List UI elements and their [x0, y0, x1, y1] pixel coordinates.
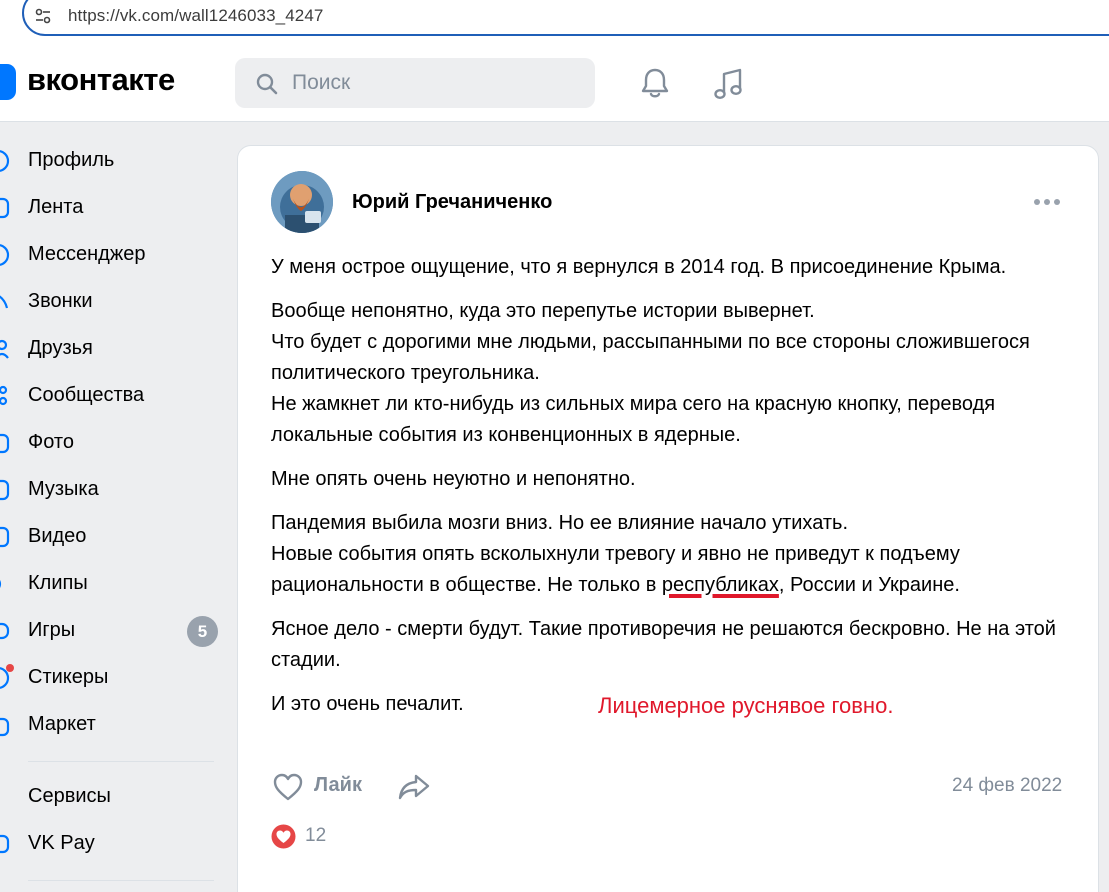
author-avatar[interactable]	[271, 171, 333, 233]
feed-icon	[0, 197, 10, 219]
post-date[interactable]: 24 фев 2022	[952, 775, 1062, 797]
games-icon	[0, 622, 10, 640]
post-line: Что будет с дорогими мне людьми, рассыпа…	[271, 331, 1030, 384]
communities-icon	[0, 385, 8, 406]
post-line: , России и Украине.	[778, 574, 960, 596]
search-icon	[256, 73, 278, 95]
sidebar-item-feed[interactable]: Лента	[0, 185, 225, 232]
sidebar-item-label: Лента	[28, 196, 84, 218]
red-annotation: Лицемерное руснявое говно.	[598, 693, 894, 718]
sidebar-item-vkpay[interactable]: VK Pay	[0, 821, 225, 868]
post-text: У меня острое ощущение, что я вернулся в…	[271, 252, 1071, 733]
sidebar-item-label: Сообщества	[28, 384, 145, 406]
sidebar-item-video[interactable]: Видео	[0, 514, 225, 561]
avatar-image	[271, 171, 333, 233]
post-paragraph: У меня острое ощущение, что я вернулся в…	[271, 256, 1007, 278]
more-options-icon[interactable]	[1033, 196, 1061, 208]
sidebar-item-label: Видео	[28, 525, 87, 547]
user-icon	[0, 150, 10, 172]
new-indicator-dot	[6, 664, 14, 672]
phone-icon	[0, 295, 9, 309]
highlighted-word: республиках	[661, 574, 779, 596]
sidebar-item-services[interactable]: Сервисы	[0, 774, 225, 821]
sidebar-item-label: VK Pay	[28, 832, 95, 854]
vkpay-icon	[0, 834, 10, 854]
sidebar-item-friends[interactable]: Друзья	[0, 326, 225, 373]
video-icon	[0, 526, 10, 548]
reaction-heart-icon[interactable]	[271, 824, 296, 849]
sidebar-item-label: Звонки	[28, 290, 93, 312]
vk-logo-icon[interactable]	[0, 64, 16, 100]
sidebar-item-photo[interactable]: Фото	[0, 420, 225, 467]
url-text[interactable]: https://vk.com/wall1246033_4247	[68, 6, 323, 26]
search-input[interactable]: Поиск	[235, 58, 595, 108]
photo-icon	[0, 433, 10, 454]
left-sidebar: Профиль Лента Мессенджер Звонки Друзья С…	[0, 138, 225, 892]
vk-logo-text[interactable]: вконтакте	[27, 62, 175, 98]
notification-badge: 5	[187, 616, 218, 647]
services-icon	[0, 785, 10, 809]
messenger-icon	[0, 244, 10, 266]
sidebar-item-label: Мессенджер	[28, 243, 146, 265]
sidebar-item-label: Профиль	[28, 149, 115, 171]
like-button[interactable]: Лайк	[314, 774, 362, 797]
sidebar-item-label: Стикеры	[28, 666, 109, 688]
market-icon	[0, 717, 10, 737]
post-line: Пандемия выбила мозги вниз. Но ее влияни…	[271, 512, 849, 534]
sidebar-item-messenger[interactable]: Мессенджер	[0, 232, 225, 279]
sidebar-divider	[28, 761, 214, 762]
sidebar-item-label: Маркет	[28, 713, 96, 735]
site-header: вконтакте Поиск	[0, 44, 1109, 122]
sidebar-item-label: Музыка	[28, 478, 99, 500]
share-icon[interactable]	[397, 772, 431, 802]
music-icon	[0, 479, 10, 501]
sidebar-item-profile[interactable]: Профиль	[0, 138, 225, 185]
sidebar-item-label: Сервисы	[28, 785, 111, 807]
browser-address-bar: https://vk.com/wall1246033_4247	[0, 0, 1109, 44]
clips-icon	[0, 580, 2, 588]
reaction-count[interactable]: 12	[305, 825, 326, 847]
sidebar-item-music[interactable]: Музыка	[0, 467, 225, 514]
site-info-icon[interactable]	[34, 7, 52, 25]
sidebar-item-label: Фото	[28, 431, 74, 453]
sidebar-item-label: Клипы	[28, 572, 88, 594]
sidebar-divider	[28, 880, 214, 881]
friends-icon	[0, 339, 9, 359]
post-line: Не жамкнет ли кто-нибудь из сильных мира…	[271, 393, 996, 446]
sidebar-item-clips[interactable]: Клипы	[0, 561, 225, 608]
sidebar-item-communities[interactable]: Сообщества	[0, 373, 225, 420]
post-paragraph: Мне опять очень неуютно и непонятно.	[271, 468, 636, 490]
author-name[interactable]: Юрий Гречаниченко	[352, 191, 552, 214]
sidebar-item-stickers[interactable]: Стикеры	[0, 655, 225, 702]
sidebar-item-label: Игры	[28, 619, 76, 641]
sidebar-item-calls[interactable]: Звонки	[0, 279, 225, 326]
sidebar-item-market[interactable]: Маркет	[0, 702, 225, 749]
wall-post: Юрий Гречаниченко У меня острое ощущение…	[237, 145, 1099, 892]
sidebar-item-label: Друзья	[28, 337, 93, 359]
heart-icon[interactable]	[272, 772, 304, 802]
post-paragraph: Пандемия выбила мозги вниз. Но ее влияни…	[271, 508, 1071, 601]
sidebar-item-games[interactable]: Игры 5	[0, 608, 225, 655]
music-icon[interactable]	[711, 66, 747, 102]
search-placeholder: Поиск	[292, 71, 351, 94]
post-paragraph: Ясное дело - смерти будут. Такие противо…	[271, 618, 1056, 671]
post-line: Вообще непонятно, куда это перепутье ист…	[271, 300, 815, 322]
post-paragraph: Вообще непонятно, куда это перепутье ист…	[271, 296, 1071, 451]
bell-icon[interactable]	[638, 66, 672, 100]
